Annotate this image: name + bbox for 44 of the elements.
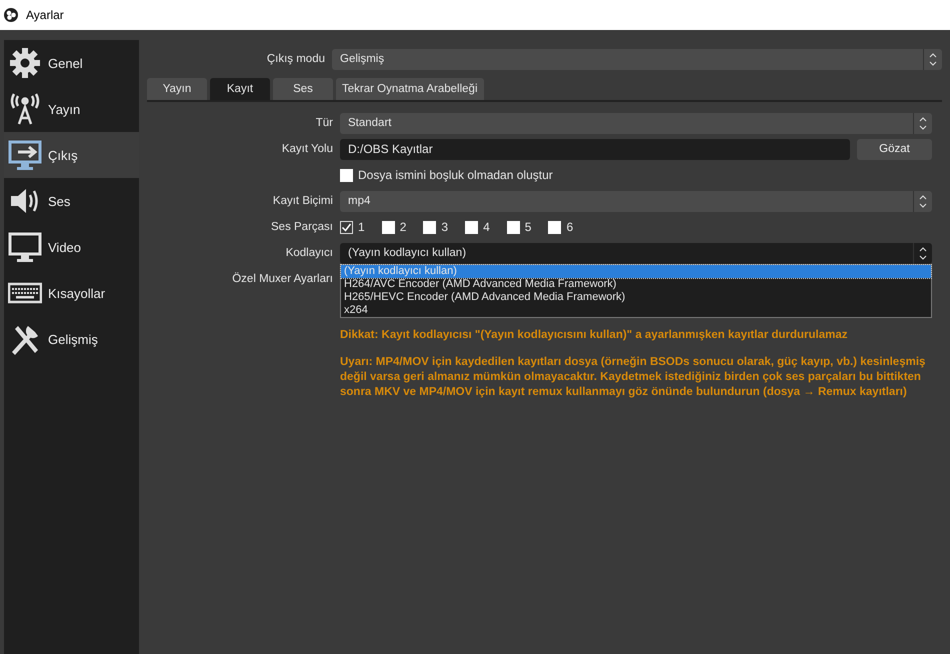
checkbox-label: 4 — [483, 220, 490, 234]
field-label: Kayıt Biçimi — [272, 195, 333, 207]
gear-icon — [8, 46, 42, 80]
dropdown-option[interactable]: H264/AVC Encoder (AMD Advanced Media Framework) — [341, 278, 931, 291]
field-label: Ses Parçası — [270, 221, 333, 233]
monitor-icon — [8, 230, 42, 264]
type-dropdown[interactable]: Standart — [340, 112, 932, 134]
checkbox[interactable] — [340, 168, 353, 182]
sidebar-item[interactable]: Yayın — [4, 86, 139, 132]
checkbox[interactable] — [340, 220, 353, 234]
warning-text: Dikkat: Kayıt kodlayıcısı "(Yayın kodlayıcısını kullan)" a ayarlanmışken kayıtlar durdurulamaz — [340, 328, 849, 343]
tab[interactable]: Kayıt — [210, 78, 270, 100]
field-label: Çıkış modu — [266, 53, 325, 65]
sidebar-item[interactable]: Kısayollar — [4, 270, 139, 316]
tab[interactable]: Ses — [273, 78, 333, 100]
checkbox-label: 5 — [524, 220, 532, 234]
sidebar-item[interactable]: Ses — [4, 178, 139, 224]
checkbox-label: 2 — [400, 220, 406, 234]
browse-button[interactable]: Gözat — [857, 138, 932, 160]
sidebar-item[interactable]: Video — [4, 224, 139, 270]
warning-text: Uyarı: MP4/MOV için kaydedilen kayıtları dosya (örneğin BSODs sonucu olarak, güç kayıp, vb.) kesinleşmiş değil varsa geri almanız mümkün olmayacaktır. Kaydetmek istediğiniz birden çok ses parçaları bu bittikten sonra MKV ve MP4/MOV için kayıt remux kullanmayı göz önünde bulundurun (dosya → Remux kayıtları) — [340, 354, 926, 400]
path-field[interactable]: D:/OBS Kayıtlar — [340, 138, 850, 160]
checkbox-label: 3 — [441, 220, 448, 234]
output-mode-dropdown[interactable]: Gelişmiş — [332, 48, 942, 70]
dropdown-option[interactable]: H265/HEVC Encoder (AMD Advanced Media Framework) — [341, 291, 931, 304]
monitor-arrow-icon — [8, 138, 42, 172]
checkbox-label: 1 — [358, 220, 365, 234]
sidebar-item[interactable]: Gelişmiş — [4, 316, 139, 362]
checkbox-label: 6 — [566, 220, 574, 234]
field-label: Tür — [314, 117, 333, 129]
field-label: Kayıt Yolu — [280, 143, 333, 155]
tab[interactable]: Yayın — [147, 78, 207, 100]
dropdown-option[interactable]: x264 — [341, 304, 931, 317]
window-title: Ayarlar — [26, 8, 64, 22]
app-logo-icon — [4, 8, 18, 22]
sidebar-item[interactable]: Genel — [4, 40, 139, 86]
checkbox-label: Dosya ismini boşluk olmadan oluştur — [358, 168, 553, 182]
antenna-icon — [8, 92, 42, 126]
tab[interactable]: Tekrar Oynatma Arabelleği — [336, 78, 484, 100]
encoder-dropdown[interactable]: (Yayın kodlayıcı kullan) — [340, 242, 932, 264]
field-label: Kodlayıcı — [284, 247, 333, 259]
field-label: Özel Muxer Ayarları — [231, 273, 333, 285]
format-dropdown[interactable]: mp4 — [340, 190, 932, 212]
sidebar-item[interactable]: Çıkış — [4, 132, 139, 178]
